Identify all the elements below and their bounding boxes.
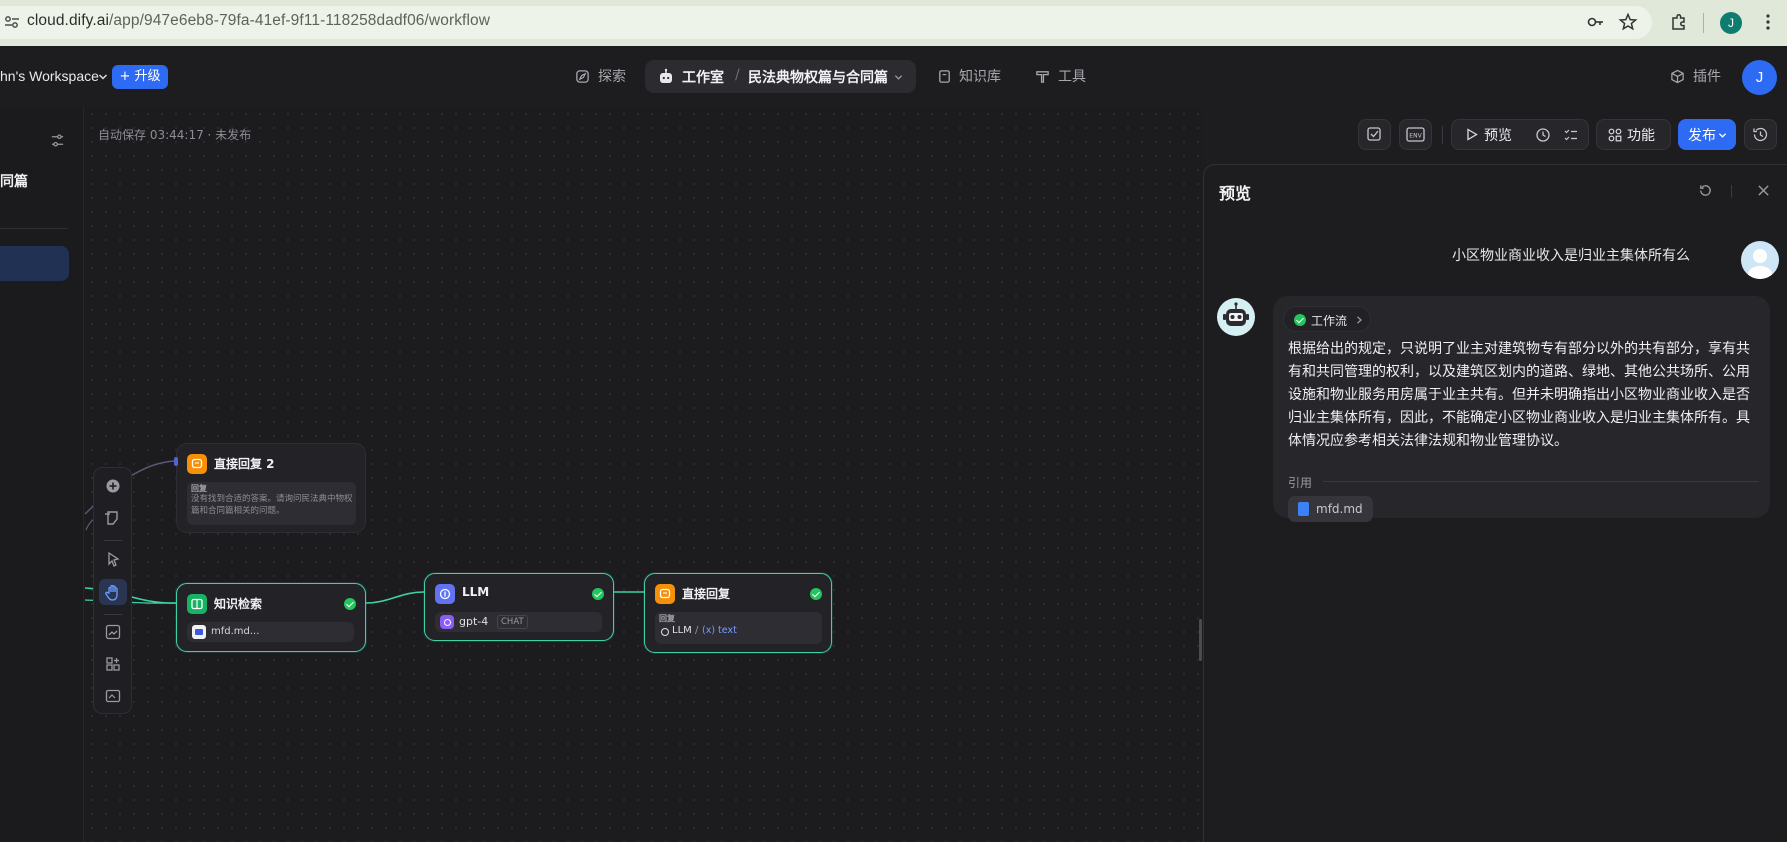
features-button-label: 功能	[1627, 128, 1655, 144]
password-key-icon[interactable]	[1586, 12, 1606, 32]
llm-node-icon	[435, 584, 455, 604]
preview-header-divider	[1731, 185, 1732, 198]
preview-button-label: 预览	[1484, 128, 1512, 144]
run-history-icon[interactable]	[1535, 127, 1551, 143]
node-knowledge-retrieval[interactable]: 知识检索 mfd.md...	[176, 583, 366, 652]
dataset-name: mfd.md...	[211, 626, 260, 637]
preview-group: 预览	[1451, 119, 1589, 150]
preview-panel: 预览 小区物业商业收入是归业主集体所有么 工作流 根据给出的规定，只说明了业主对…	[1203, 164, 1787, 842]
citation-divider	[1323, 481, 1759, 482]
citation-label: 引用	[1288, 476, 1313, 490]
toolstrip-divider	[104, 614, 122, 615]
checklist-list-icon[interactable]	[1563, 127, 1579, 143]
success-check-icon	[810, 588, 822, 600]
model-mode-badge: CHAT	[497, 615, 528, 629]
node-title: 直接回复	[682, 587, 731, 601]
browser-profile-avatar[interactable]: J	[1720, 12, 1742, 34]
user-avatar[interactable]: J	[1742, 60, 1777, 95]
node-answer-2-text: 没有找到合适的答案。请询问民法典中物权篇和合同篇相关的问题。	[191, 494, 353, 516]
close-icon[interactable]	[1757, 184, 1770, 197]
pointer-icon[interactable]	[103, 549, 123, 569]
chevron-right-icon	[1357, 316, 1362, 324]
panel-resize-handle[interactable]	[1199, 619, 1202, 661]
nav-plugins[interactable]: 插件	[1670, 67, 1725, 87]
add-node-icon[interactable]	[103, 476, 123, 496]
openai-model-icon	[440, 615, 454, 629]
env-variables-button[interactable]: ENV	[1399, 119, 1432, 150]
features-icon	[1608, 128, 1622, 142]
success-check-icon	[1294, 314, 1306, 326]
user-question: 小区物业商业收入是归业主集体所有么	[1452, 248, 1690, 264]
citation-file-name: mfd.md	[1316, 502, 1363, 516]
preview-title: 预览	[1219, 184, 1252, 203]
node-answer[interactable]: 直接回复 回复 LLM / (x) text	[644, 573, 832, 653]
dataset-icon	[192, 625, 206, 639]
publish-button-label: 发布	[1688, 128, 1716, 144]
node-title: 直接回复 2	[214, 457, 275, 471]
env-icon: ENV	[1406, 127, 1425, 142]
variable-slash: /	[695, 625, 699, 636]
workflow-label: 工作流	[1311, 314, 1348, 328]
node-answer-2-body: 回复 没有找到合适的答案。请询问民法典中物权篇和合同篇相关的问题。	[187, 482, 356, 525]
success-check-icon	[344, 598, 356, 610]
user-avatar	[1741, 241, 1779, 279]
play-icon	[1467, 128, 1478, 141]
canvas-toolstrip	[93, 467, 132, 714]
version-history-button[interactable]	[1744, 119, 1777, 150]
node-field-label: 回复	[659, 614, 675, 623]
toolbar-divider	[1442, 126, 1443, 144]
citation-chip[interactable]: mfd.md	[1288, 496, 1373, 522]
knowledge-node-icon	[187, 594, 207, 614]
node-title: 知识检索	[214, 597, 263, 611]
preview-button[interactable]: 预览	[1452, 120, 1526, 149]
features-button[interactable]: 功能	[1596, 119, 1671, 150]
browser-menu-icon[interactable]	[1758, 12, 1778, 32]
node-knowledge-body: mfd.md...	[187, 622, 354, 642]
hand-icon[interactable]	[103, 582, 123, 602]
workflow-edges	[84, 460, 644, 604]
bookmark-star-icon[interactable]	[1618, 12, 1638, 32]
toolbar-divider	[1703, 13, 1704, 33]
answer-node-icon	[655, 584, 675, 604]
node-input-port[interactable]	[174, 457, 178, 466]
bot-avatar	[1217, 298, 1255, 336]
publish-button[interactable]: 发布	[1678, 119, 1736, 150]
node-answer-body: 回复 LLM / (x) text	[655, 612, 822, 644]
answer-card: 工作流 根据给出的规定，只说明了业主对建筑物专有部分以外的共有部分，享有共有和共…	[1273, 296, 1770, 522]
variable-name: (x) text	[702, 625, 737, 636]
minimap-icon[interactable]	[103, 686, 123, 706]
variable-node: LLM	[672, 625, 692, 636]
llm-variable-icon	[661, 628, 669, 636]
svg-text:ENV: ENV	[1409, 133, 1422, 140]
answer-text: 根据给出的规定，只说明了业主对建筑物专有部分以外的共有部分，享有共有和共同管理的…	[1288, 341, 1750, 449]
success-check-icon	[592, 588, 604, 600]
markdown-file-icon	[1298, 502, 1309, 516]
node-title: LLM	[462, 585, 490, 599]
node-llm[interactable]: LLM gpt-4 CHAT	[424, 573, 614, 641]
organize-blocks-icon[interactable]	[103, 654, 123, 674]
model-name: gpt-4	[459, 615, 489, 628]
workflow-process-toggle[interactable]: 工作流	[1283, 306, 1371, 332]
cube-icon	[1671, 69, 1684, 84]
node-answer-2[interactable]: 直接回复 2 回复 没有找到合适的答案。请询问民法典中物权篇和合同篇相关的问题。	[174, 443, 366, 533]
checklist-button[interactable]	[1358, 119, 1391, 150]
refresh-icon[interactable]	[1698, 183, 1713, 198]
node-llm-body: gpt-4 CHAT	[435, 612, 602, 632]
extensions-puzzle-icon[interactable]	[1669, 12, 1689, 32]
toolstrip-divider	[104, 540, 122, 541]
nav-plugins-label: 插件	[1693, 69, 1721, 85]
add-note-icon[interactable]	[103, 508, 123, 528]
export-image-icon[interactable]	[103, 622, 123, 642]
checklist-icon	[1367, 127, 1381, 141]
chevron-down-icon	[1718, 133, 1727, 138]
answer-node-icon	[187, 454, 207, 474]
history-icon	[1753, 127, 1768, 142]
